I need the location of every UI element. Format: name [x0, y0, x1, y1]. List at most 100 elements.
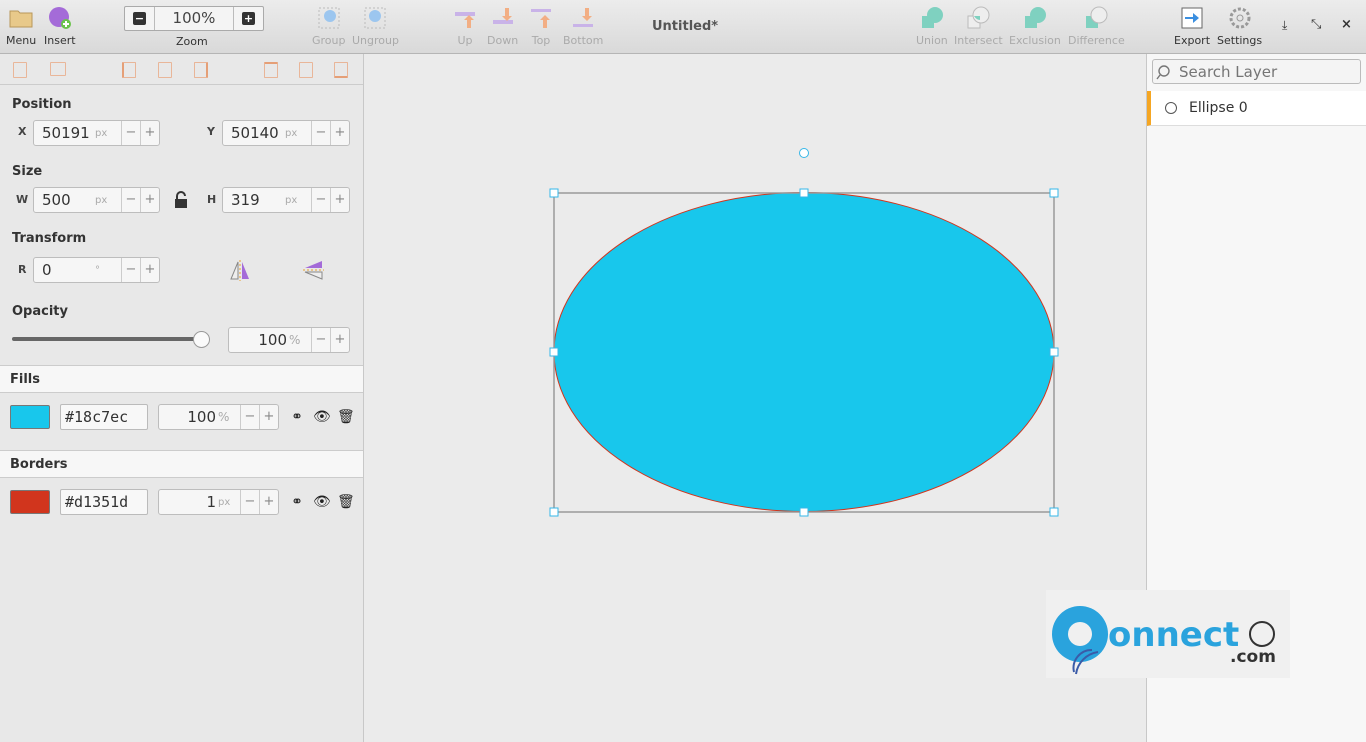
zoom-in-button[interactable]: + [234, 7, 263, 30]
unit: ° [95, 264, 100, 276]
minimize-icon[interactable]: ⤓ [1282, 18, 1287, 33]
decrement-button[interactable]: − [311, 188, 330, 212]
decrement-button[interactable]: − [121, 258, 140, 282]
increment-button[interactable]: + [259, 490, 278, 514]
unit: px [285, 127, 298, 139]
fill-hex-input[interactable]: #18c7ec [60, 404, 148, 430]
unlock-icon[interactable] [174, 191, 188, 209]
increment-button[interactable]: + [140, 188, 159, 212]
distribute-vertical-icon[interactable] [50, 62, 66, 76]
export-button[interactable]: Export [1174, 6, 1210, 47]
trash-icon[interactable]: 🗑 [337, 494, 355, 510]
decrement-button[interactable]: − [311, 328, 330, 352]
menu-button[interactable]: Menu [6, 6, 36, 47]
align-right-icon[interactable] [194, 62, 208, 78]
eye-icon[interactable]: 👁 [313, 409, 331, 425]
opacity-slider-handle[interactable] [193, 331, 210, 348]
align-bottom-icon[interactable] [334, 62, 348, 78]
fill-opacity-value[interactable]: 100 [159, 408, 218, 426]
fill-opacity-field[interactable]: 100% − + [158, 404, 279, 430]
close-icon[interactable]: × [1341, 17, 1352, 32]
border-hex-input[interactable]: #d1351d [60, 489, 148, 515]
increment-button[interactable]: + [330, 121, 349, 145]
width-value[interactable]: 500 [34, 191, 91, 209]
intersect-button[interactable]: Intersect [954, 6, 1003, 47]
border-width-field[interactable]: 1 px − + [158, 489, 279, 515]
decrement-button[interactable]: − [121, 121, 140, 145]
rotation-field[interactable]: 0 ° − + [33, 257, 160, 283]
ungroup-button[interactable]: Ungroup [352, 6, 399, 47]
search-layer-input[interactable] [1179, 62, 1349, 81]
fill-color-swatch[interactable] [10, 405, 50, 429]
position-heading: Position [12, 97, 72, 112]
border-width-value[interactable]: 1 [159, 493, 218, 511]
align-left-icon[interactable] [122, 62, 136, 78]
exclusion-button[interactable]: Exclusion [1009, 6, 1061, 47]
x-value[interactable]: 50191 [34, 124, 91, 142]
border-color-swatch[interactable] [10, 490, 50, 514]
canvas[interactable] [364, 54, 1146, 742]
align-middle-icon[interactable] [299, 62, 313, 78]
h-label: H [207, 193, 217, 206]
increment-button[interactable]: + [259, 405, 278, 429]
trash-icon[interactable]: 🗑 [337, 409, 355, 425]
height-field[interactable]: 319 px − + [222, 187, 350, 213]
decrement-button[interactable]: − [311, 121, 330, 145]
blend-mode-icon[interactable]: ⚭ [289, 494, 305, 510]
up-label: Up [457, 34, 473, 47]
increment-button[interactable]: + [140, 121, 159, 145]
increment-button[interactable]: + [330, 328, 349, 352]
blend-mode-icon[interactable]: ⚭ [289, 409, 305, 425]
y-value[interactable]: 50140 [223, 124, 281, 142]
unit: px [218, 496, 231, 508]
distribute-horizontal-icon[interactable] [13, 62, 27, 78]
union-label: Union [916, 34, 948, 47]
borders-section-header: Borders [0, 450, 363, 478]
zoom-control: − 100% + [124, 6, 264, 31]
eye-icon[interactable]: 👁 [313, 494, 331, 510]
layer-bottom-button[interactable]: Bottom [563, 6, 603, 47]
union-button[interactable]: Union [916, 6, 948, 47]
fills-heading: Fills [10, 372, 40, 387]
w-label: W [16, 193, 29, 206]
watermark-logo: onnect .com [1046, 590, 1290, 678]
decrement-button[interactable]: − [240, 405, 259, 429]
opacity-slider-track[interactable] [12, 337, 202, 341]
flip-vertical-icon[interactable] [302, 259, 324, 281]
layer-item[interactable]: Ellipse 0 [1147, 91, 1366, 126]
rotation-value[interactable]: 0 [34, 261, 91, 279]
increment-button[interactable]: + [330, 188, 349, 212]
align-toolbar [0, 54, 363, 85]
ellipse-shape[interactable] [553, 192, 1055, 512]
align-center-icon[interactable] [158, 62, 172, 78]
ungroup-icon [364, 7, 386, 29]
increment-button[interactable]: + [140, 258, 159, 282]
width-field[interactable]: 500 px − + [33, 187, 160, 213]
unit: px [285, 194, 298, 206]
menu-label: Menu [6, 34, 37, 47]
settings-button[interactable]: Settings [1217, 6, 1262, 47]
document-title: Untitled* [652, 19, 719, 34]
height-value[interactable]: 319 [223, 191, 281, 209]
group-button[interactable]: Group [312, 6, 346, 47]
insert-button[interactable]: Insert [44, 6, 76, 47]
top-label: Top [531, 34, 551, 47]
restore-icon[interactable]: ⤡ [1311, 17, 1321, 32]
zoom-out-button[interactable]: − [125, 7, 154, 30]
opacity-field[interactable]: 100% − + [228, 327, 350, 353]
flip-horizontal-icon[interactable] [229, 259, 251, 281]
search-layer-field[interactable] [1152, 59, 1361, 84]
align-top-icon[interactable] [264, 62, 278, 78]
y-field[interactable]: 50140 px − + [222, 120, 350, 146]
x-field[interactable]: 50191 px − + [33, 120, 160, 146]
rotation-handle[interactable] [799, 148, 809, 158]
layer-down-button[interactable]: Down [487, 6, 518, 47]
layer-top-button[interactable]: Top [529, 6, 553, 47]
difference-button[interactable]: Difference [1068, 6, 1125, 47]
opacity-value[interactable]: 100 [229, 331, 289, 349]
zoom-value[interactable]: 100% [154, 7, 234, 30]
y-label: Y [207, 125, 215, 138]
layer-up-button[interactable]: Up [453, 6, 477, 47]
decrement-button[interactable]: − [121, 188, 140, 212]
decrement-button[interactable]: − [240, 490, 259, 514]
